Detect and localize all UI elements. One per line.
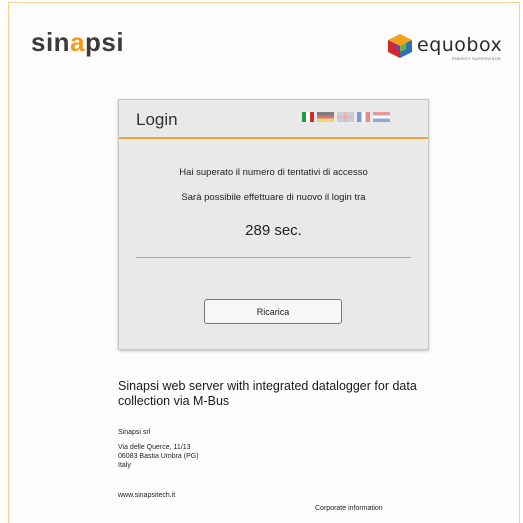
german-flag-icon[interactable] [317,112,334,122]
company-address: Via delle Querce, 11/13 06083 Bastia Umb… [118,443,199,470]
content-divider [136,257,411,258]
attempts-exceeded-message: Hai superato il numero di tentativi di a… [179,167,368,178]
uk-flag-icon[interactable] [337,112,354,122]
retry-info-message: Sarà possibile effettuare di nuovo il lo… [181,192,366,203]
address-line: 06083 Bastia Umbra (PG) [118,453,199,460]
login-panel: Login Hai superato il numero di tentativ… [118,99,429,350]
website-link[interactable]: www.sinapsitech.it [118,492,175,499]
italian-flag-icon[interactable] [302,112,314,122]
address-line: Italy [118,462,131,469]
sinapsi-logo: sinapsi [31,27,125,57]
equobox-wordmark: equobox [417,34,503,56]
login-title: Login [136,110,178,129]
company-name: Sinapsi srl [118,429,151,436]
address-line: Via delle Querce, 11/13 [118,444,191,451]
language-selector [302,112,390,122]
corporate-information-link[interactable]: Corporate information [315,505,383,512]
product-headline: Sinapsi web server with integrated datal… [118,379,417,408]
page-frame: sinapsi equobox ENERGY SUPERVISOR Login … [8,2,520,523]
french-flag-icon[interactable] [357,112,370,122]
dutch-flag-icon[interactable] [373,112,390,122]
title-divider [119,137,428,139]
equobox-tagline: ENERGY SUPERVISOR [452,56,502,61]
equobox-cube-icon [388,34,412,58]
equobox-logo: equobox ENERGY SUPERVISOR [387,33,517,65]
reload-button[interactable]: Ricarica [204,299,342,324]
countdown-timer: 289 sec. [245,222,302,239]
